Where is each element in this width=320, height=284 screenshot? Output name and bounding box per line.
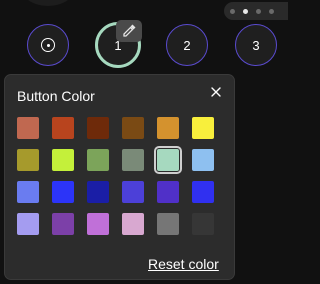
color-swatch[interactable]: [17, 149, 39, 171]
color-swatch[interactable]: [87, 149, 109, 171]
color-swatch[interactable]: [87, 213, 109, 235]
color-swatch[interactable]: [87, 181, 109, 203]
color-swatch[interactable]: [122, 117, 144, 139]
color-swatch[interactable]: [17, 213, 39, 235]
button-color-popup: Button Color Reset color: [4, 74, 235, 280]
color-swatch[interactable]: [122, 213, 144, 235]
page-dot[interactable]: [230, 9, 235, 14]
color-swatch[interactable]: [192, 149, 214, 171]
target-icon: [41, 38, 55, 52]
eyedropper-icon: [123, 24, 136, 37]
color-swatch[interactable]: [154, 146, 182, 174]
color-swatch[interactable]: [192, 181, 214, 203]
color-swatch[interactable]: [192, 117, 214, 139]
color-swatch[interactable]: [157, 181, 179, 203]
reset-color-link[interactable]: Reset color: [148, 256, 219, 272]
color-swatch[interactable]: [52, 149, 74, 171]
color-swatch[interactable]: [157, 213, 179, 235]
color-swatch[interactable]: [52, 117, 74, 139]
color-swatch[interactable]: [87, 117, 109, 139]
target-button[interactable]: [27, 24, 69, 66]
page-dot-active[interactable]: [243, 9, 248, 14]
page-indicator[interactable]: [224, 2, 288, 20]
page-dot[interactable]: [256, 9, 261, 14]
button-3-label: 3: [252, 37, 260, 53]
eyedropper-button[interactable]: [116, 20, 142, 42]
button-2[interactable]: 2: [166, 24, 208, 66]
close-icon: [211, 87, 221, 97]
color-swatch[interactable]: [17, 181, 39, 203]
page-dot[interactable]: [269, 9, 274, 14]
top-partial-control: [20, 0, 76, 6]
color-swatch[interactable]: [17, 117, 39, 139]
color-swatch[interactable]: [157, 117, 179, 139]
color-swatch[interactable]: [192, 213, 214, 235]
button-3[interactable]: 3: [235, 24, 277, 66]
color-swatch[interactable]: [122, 149, 144, 171]
close-button[interactable]: [207, 83, 225, 101]
color-swatch[interactable]: [52, 181, 74, 203]
color-swatch[interactable]: [52, 213, 74, 235]
button-2-label: 2: [183, 37, 191, 53]
popup-title: Button Color: [17, 88, 95, 104]
color-swatch[interactable]: [122, 181, 144, 203]
